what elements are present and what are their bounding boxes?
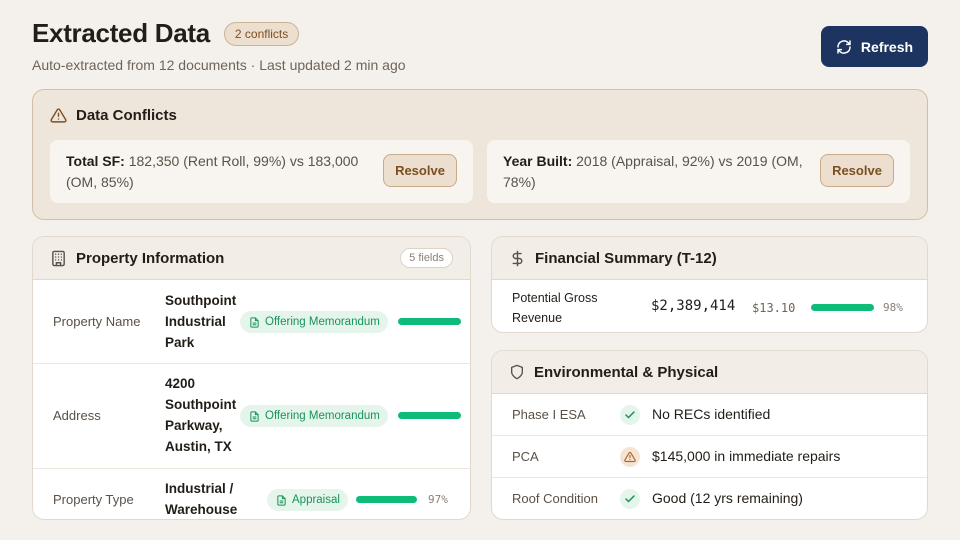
warning-icon — [620, 447, 640, 467]
source-label: Offering Memorandum — [265, 410, 380, 422]
page-subtitle: Auto-extracted from 12 documents · Last … — [32, 57, 406, 73]
conflict-field: Total SF: — [66, 153, 125, 169]
document-icon — [250, 410, 259, 422]
conflicts-header: Data Conflicts — [50, 107, 177, 124]
confidence-percent: 97% — [428, 493, 448, 506]
fields-count-badge: 5 fields — [400, 248, 453, 268]
field-label: Phase I ESA — [512, 407, 586, 422]
resolve-button[interactable]: Resolve — [383, 154, 457, 187]
financial-panel-title: Financial Summary (T-12) — [535, 249, 717, 267]
table-row[interactable]: Property Name Southpoint Industrial Park… — [33, 280, 470, 364]
table-row[interactable]: Address 4200 Southpoint Parkway, Austin,… — [33, 364, 470, 469]
conflict-count-badge: 2 conflicts — [223, 21, 300, 46]
confidence-bar — [398, 412, 461, 419]
conflict-card-total-sf: Total SF: 182,350 (Rent Roll, 99%) vs 18… — [50, 140, 473, 203]
field-value: 4200 Southpoint Parkway, Austin, TX — [165, 376, 237, 454]
property-panel-title: Property Information — [76, 249, 225, 267]
financial-panel-header: Financial Summary (T-12) — [492, 237, 927, 280]
table-row[interactable]: Phase I ESA No RECs identified — [492, 394, 927, 436]
environmental-panel-title: Environmental & Physical — [534, 363, 719, 381]
title-row: Extracted Data 2 conflicts — [32, 18, 928, 49]
confidence-percent: 98% — [883, 301, 903, 314]
field-value: Southpoint Industrial Park — [165, 293, 237, 350]
field-label: Potential Gross Revenue — [512, 291, 598, 325]
confidence-bar — [356, 496, 418, 503]
table-row[interactable]: Potential Gross Revenue $2,389,414 $13.1… — [492, 280, 927, 332]
conflict-text: Total SF: 182,350 (Rent Roll, 99%) vs 18… — [66, 151, 366, 193]
field-value: Good (12 yrs remaining) — [652, 490, 803, 506]
resolve-button[interactable]: Resolve — [820, 154, 894, 187]
field-label: Address — [53, 408, 101, 423]
environmental-physical-panel: Environmental & Physical Phase I ESA No … — [491, 350, 928, 520]
field-value: Industrial / Warehouse — [165, 481, 238, 517]
refresh-button[interactable]: Refresh — [821, 26, 928, 67]
shield-icon — [511, 364, 523, 380]
conflicts-title: Data Conflicts — [76, 107, 177, 124]
table-row[interactable]: Roof Condition Good (12 yrs remaining) — [492, 478, 927, 519]
field-label: Property Type — [53, 492, 134, 507]
data-conflicts-panel: Data Conflicts Total SF: 182,350 (Rent R… — [32, 89, 928, 220]
warning-icon — [50, 108, 67, 123]
page-title: Extracted Data — [32, 18, 210, 48]
dollar-icon — [512, 250, 523, 266]
conflict-card-year-built: Year Built: 2018 (Appraisal, 92%) vs 201… — [487, 140, 910, 203]
field-label: Roof Condition — [512, 491, 598, 506]
source-label: Appraisal — [292, 494, 340, 506]
document-icon — [277, 494, 286, 506]
source-badge[interactable]: Offering Memorandum — [240, 405, 388, 427]
confidence-bar — [398, 318, 461, 325]
financial-summary-panel: Financial Summary (T-12) Potential Gross… — [491, 236, 928, 333]
field-value: $145,000 in immediate repairs — [652, 448, 841, 464]
building-icon — [52, 250, 65, 266]
table-row[interactable]: PCA $145,000 in immediate repairs — [492, 436, 927, 478]
confidence-bar — [811, 304, 874, 311]
conflict-field: Year Built: — [503, 153, 573, 169]
refresh-icon — [837, 39, 851, 54]
environmental-panel-header: Environmental & Physical — [492, 351, 927, 394]
per-sf-value: $13.10 — [752, 301, 796, 315]
table-row[interactable]: Property Type Industrial / Warehouse App… — [33, 469, 470, 519]
check-icon — [620, 405, 640, 425]
property-panel-header: Property Information 5 fields — [33, 237, 470, 280]
source-badge[interactable]: Offering Memorandum — [240, 311, 388, 333]
field-label: Property Name — [53, 314, 141, 329]
document-icon — [250, 316, 259, 328]
property-information-panel: Property Information 5 fields Property N… — [32, 236, 471, 520]
refresh-label: Refresh — [860, 38, 914, 55]
field-label: PCA — [512, 449, 539, 464]
field-value: No RECs identified — [652, 406, 771, 422]
check-icon — [620, 489, 640, 509]
conflict-text: Year Built: 2018 (Appraisal, 92%) vs 201… — [503, 151, 803, 193]
source-badge[interactable]: Appraisal — [267, 489, 348, 511]
page-header: Extracted Data 2 conflicts Auto-extracte… — [32, 18, 928, 74]
source-label: Offering Memorandum — [265, 316, 380, 328]
field-value: $2,389,414 — [651, 298, 736, 314]
